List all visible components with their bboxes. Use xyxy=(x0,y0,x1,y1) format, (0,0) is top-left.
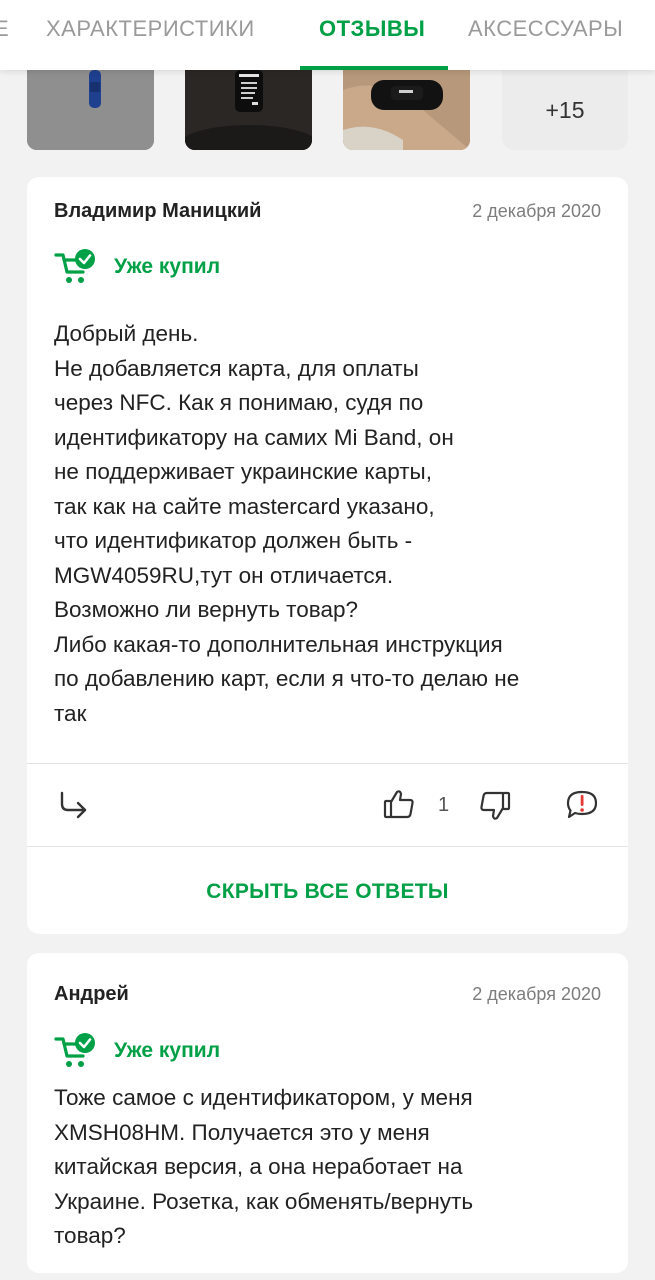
review-text: Добрый день. Не добавляется карта, для о… xyxy=(54,321,520,726)
review-date: 2 декабря 2020 xyxy=(472,984,601,1004)
tab-description[interactable]: Е xyxy=(0,16,9,42)
review-text: Тоже самое с идентификатором, у меня XMS… xyxy=(54,1085,474,1248)
tab-characteristics[interactable]: ХАРАКТЕРИСТИКИ xyxy=(46,16,255,42)
bought-label: Уже купил xyxy=(114,1039,221,1062)
bought-label: Уже купил xyxy=(114,255,221,278)
review-photo[interactable] xyxy=(27,70,154,150)
more-photos-button[interactable]: +15 xyxy=(502,70,628,150)
tab-bar: Е ХАРАКТЕРИСТИКИ ОТЗЫВЫ АКСЕССУАРЫ xyxy=(0,0,655,70)
hide-answers-button[interactable]: СКРЫТЬ ВСЕ ОТВЕТЫ xyxy=(27,880,628,904)
like-button[interactable] xyxy=(383,788,415,825)
reply-button[interactable] xyxy=(58,790,90,825)
thumbs-down-icon xyxy=(480,791,511,820)
review-card: Владимир Маницкий 2 декабря 2020 Уже куп… xyxy=(27,177,628,934)
tab-reviews[interactable]: ОТЗЫВЫ xyxy=(319,16,425,42)
active-tab-indicator xyxy=(300,66,448,70)
bought-badge: Уже купил xyxy=(54,249,220,285)
reply-arrow-icon xyxy=(60,791,87,819)
cart-check-icon xyxy=(54,1033,96,1069)
report-bubble-icon xyxy=(566,790,598,819)
tab-accessories[interactable]: АКСЕССУАРЫ xyxy=(468,16,623,42)
cart-check-icon xyxy=(54,249,96,285)
review-photo-strip: +15 xyxy=(0,70,655,152)
review-author: Андрей xyxy=(54,983,129,1005)
more-photos-count: +15 xyxy=(545,96,585,123)
dislike-button[interactable] xyxy=(479,790,511,827)
thumbs-up-icon xyxy=(383,790,414,819)
review-author: Владимир Маницкий xyxy=(54,200,262,222)
review-photo[interactable] xyxy=(343,70,470,150)
review-card: Андрей 2 декабря 2020 Уже купил Тоже сам… xyxy=(27,953,628,1273)
bought-badge: Уже купил xyxy=(54,1033,220,1069)
divider xyxy=(27,846,628,847)
divider xyxy=(27,763,628,764)
review-photo[interactable] xyxy=(185,70,312,150)
like-count: 1 xyxy=(438,794,450,816)
report-button[interactable] xyxy=(563,786,601,827)
review-date: 2 декабря 2020 xyxy=(472,201,601,221)
